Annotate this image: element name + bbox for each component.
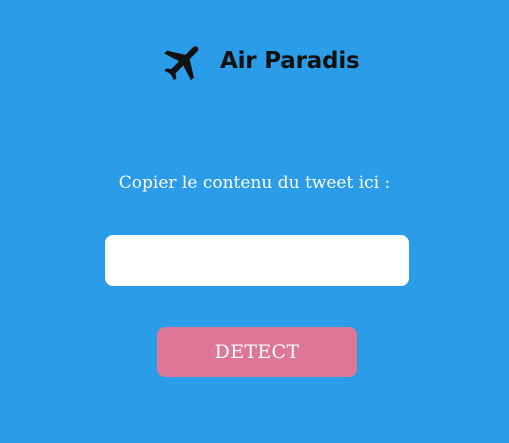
detect-button[interactable]: DETECT [157, 327, 357, 377]
airplane-icon [164, 45, 199, 80]
tweet-input[interactable] [105, 235, 409, 286]
brand-logo: Air Paradis [160, 37, 360, 86]
tweet-prompt-label: Copier le contenu du tweet ici : [118, 173, 391, 193]
brand-name: Air Paradis [220, 48, 360, 74]
